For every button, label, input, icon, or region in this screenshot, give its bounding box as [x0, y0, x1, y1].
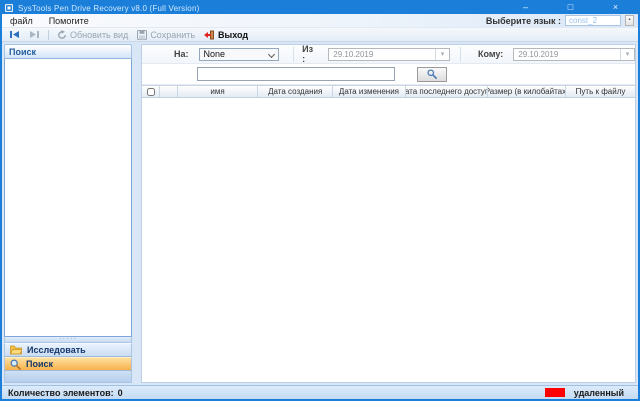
- nav-back-icon: [9, 30, 20, 39]
- app-window: SysTools Pen Drive Recovery v8.0 (Full V…: [0, 0, 640, 401]
- right-panel: На: None Из : 29.10.2019 ▾ Кому: 29.10.2…: [141, 44, 636, 383]
- chevron-down-icon: [268, 50, 275, 57]
- magnifier-icon: [10, 359, 21, 370]
- nav-forward-button[interactable]: [26, 28, 43, 41]
- search-button[interactable]: [417, 67, 447, 82]
- refresh-view-label: Обновить вид: [70, 30, 128, 40]
- refresh-icon: [57, 30, 67, 40]
- to-date-value: 29.10.2019: [514, 50, 620, 59]
- column-header-size[interactable]: Размер (в килобайтах): [488, 86, 566, 97]
- filter-separator: [460, 47, 461, 62]
- from-date-label: Из :: [302, 44, 318, 64]
- sidebar-item-explore[interactable]: Исследовать: [4, 343, 132, 357]
- save-button[interactable]: Сохранить: [134, 28, 198, 41]
- grid-body-empty[interactable]: [142, 98, 635, 382]
- target-combobox-value: None: [204, 49, 226, 59]
- search-results-tree[interactable]: [4, 59, 132, 337]
- folder-icon: [10, 345, 22, 355]
- target-combobox[interactable]: None: [199, 48, 280, 61]
- column-header-date-modified[interactable]: Дата изменения: [333, 86, 406, 97]
- select-all-checkbox[interactable]: [147, 88, 155, 96]
- save-icon: [137, 30, 147, 40]
- status-bar: Количество элементов: 0 удаленный: [2, 385, 638, 399]
- language-label: Выберите язык :: [486, 16, 561, 26]
- legend: удаленный: [545, 388, 632, 398]
- title-bar: SysTools Pen Drive Recovery v8.0 (Full V…: [2, 2, 638, 14]
- search-bar: [142, 64, 635, 85]
- sidebar-item-search[interactable]: Поиск: [4, 357, 132, 371]
- select-all-cell: [142, 86, 160, 97]
- magnifier-icon: [427, 69, 437, 79]
- language-combobox[interactable]: const_2: [565, 15, 621, 26]
- left-panel-title: Поиск: [4, 44, 132, 59]
- left-panel-filler: [4, 371, 132, 383]
- save-label: Сохранить: [150, 30, 195, 40]
- from-date-picker[interactable]: 29.10.2019 ▾: [328, 48, 450, 61]
- toolbar: Обновить вид Сохранить Выход: [2, 28, 638, 42]
- exit-icon: [204, 30, 215, 40]
- column-header-date-accessed[interactable]: Дата последнего доступа: [406, 86, 489, 97]
- menu-help[interactable]: Помогите: [41, 14, 97, 28]
- nav-back-button[interactable]: [6, 28, 23, 41]
- to-date-picker[interactable]: 29.10.2019 ▾: [513, 48, 635, 61]
- maximize-button[interactable]: □: [548, 2, 593, 14]
- menu-bar: файл Помогите Выберите язык : const_2 ▪: [2, 14, 638, 28]
- icon-column-header[interactable]: [160, 86, 178, 97]
- menu-file[interactable]: файл: [2, 14, 41, 28]
- language-dropdown-button[interactable]: ▪: [625, 15, 634, 26]
- filter-separator: [293, 47, 294, 62]
- from-date-value: 29.10.2019: [329, 50, 435, 59]
- target-label: На:: [174, 49, 189, 59]
- search-input[interactable]: [197, 67, 395, 81]
- item-count-label: Количество элементов:: [8, 388, 114, 398]
- sidebar-item-explore-label: Исследовать: [27, 345, 86, 355]
- nav-forward-icon: [29, 30, 40, 39]
- grid-header-row: имя Дата создания Дата изменения Дата по…: [142, 85, 635, 98]
- main-content: Поиск ····· Исследовать Поиск: [2, 42, 638, 385]
- minimize-button[interactable]: –: [503, 2, 548, 14]
- sidebar-item-search-label: Поиск: [26, 359, 53, 369]
- results-grid: имя Дата создания Дата изменения Дата по…: [142, 85, 635, 382]
- legend-deleted-label: удаленный: [574, 388, 624, 398]
- item-count-value: 0: [118, 388, 123, 398]
- language-selector: Выберите язык : const_2 ▪: [486, 15, 638, 26]
- exit-label: Выход: [218, 30, 248, 40]
- to-date-label: Кому:: [478, 49, 503, 59]
- calendar-dropdown-icon[interactable]: ▾: [620, 49, 634, 60]
- exit-button[interactable]: Выход: [201, 28, 251, 41]
- column-header-name[interactable]: имя: [178, 86, 258, 97]
- calendar-dropdown-icon[interactable]: ▾: [435, 49, 449, 60]
- column-header-date-created[interactable]: Дата создания: [258, 86, 333, 97]
- deleted-color-swatch: [545, 388, 565, 397]
- left-panel: Поиск ····· Исследовать Поиск: [4, 44, 132, 383]
- refresh-view-button[interactable]: Обновить вид: [54, 28, 131, 41]
- toolbar-separator: [48, 30, 49, 40]
- column-header-path[interactable]: Путь к файлу: [566, 86, 635, 97]
- filter-bar: На: None Из : 29.10.2019 ▾ Кому: 29.10.2…: [142, 45, 635, 64]
- close-button[interactable]: ×: [593, 2, 638, 14]
- app-icon: [5, 4, 13, 12]
- window-title: SysTools Pen Drive Recovery v8.0 (Full V…: [18, 4, 503, 13]
